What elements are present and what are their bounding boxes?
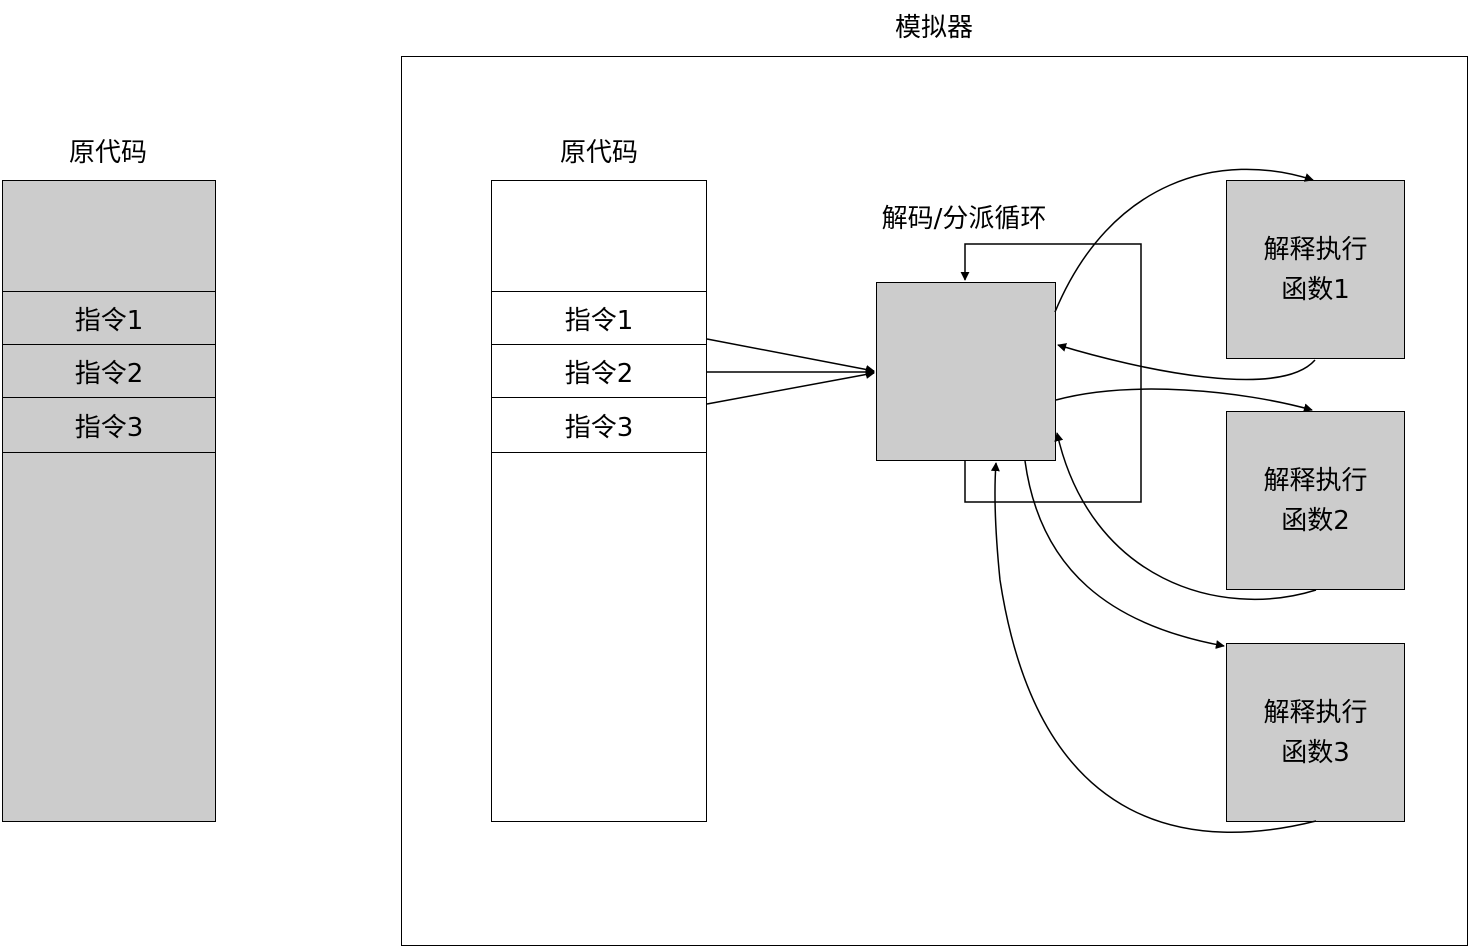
dispatch-loop	[960, 243, 1142, 503]
arrow-dispatcher-to-function-1	[1054, 168, 1314, 313]
arrow-function-2-to-dispatcher	[1054, 432, 1317, 601]
arrow-function-1-to-dispatcher	[1057, 343, 1316, 381]
arrow-dispatcher-to-function-3	[1024, 460, 1225, 649]
arrow-dispatcher-to-function-2	[1055, 388, 1313, 413]
arrow-instruction-1-to-dispatcher	[706, 338, 875, 374]
arrow-instruction-3-to-dispatcher	[706, 370, 875, 405]
arrow-function-3-to-dispatcher	[990, 462, 1317, 833]
connector-layer	[706, 168, 1317, 833]
